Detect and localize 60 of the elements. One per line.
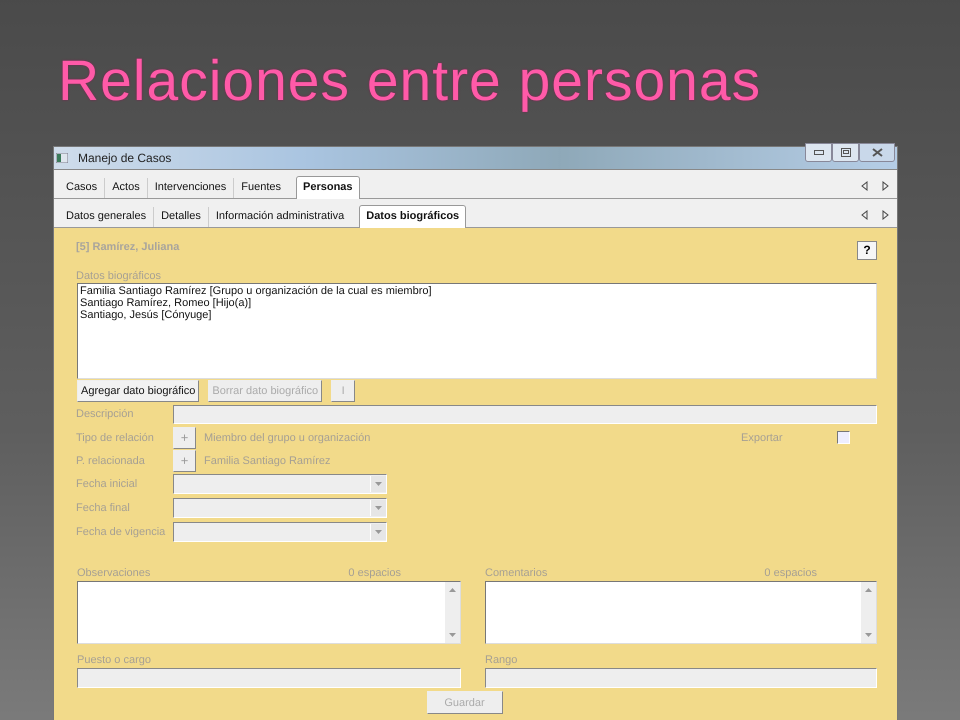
field-label: Datos biográficos [76,270,162,283]
scroll-right-icon[interactable] [882,181,889,191]
field-label: P. relacionada [76,454,146,466]
field-value: Miembro del grupo u organización [204,432,372,444]
tab[interactable]: Casos [59,178,104,198]
list-item[interactable]: Santiago, Jesús [Cónyuge] [80,309,874,321]
scroll-up-icon[interactable] [449,588,456,592]
text-field[interactable] [485,668,877,688]
checkbox-label: Exportar [741,432,784,444]
window-icon [56,153,68,163]
field-label: Descripción [76,408,134,420]
minimize-button[interactable] [805,143,832,162]
tab[interactable]: Intervenciones [146,178,234,198]
scrollbar[interactable] [445,582,460,643]
scroll-down-icon[interactable] [865,633,872,637]
list-item[interactable]: Santiago Ramírez, Romeo [Hijo(a)] [80,297,874,309]
scrollbar[interactable] [861,582,876,643]
scroll-down-icon[interactable] [449,633,456,637]
tab[interactable]: Actos [104,178,147,198]
list-item[interactable]: Familia Santiago Ramírez [Grupo u organización de la cual es miembro] [80,285,874,297]
action-button[interactable]: Agregar dato biográfico [77,380,200,402]
field-label: Fecha inicial [76,478,138,490]
text-field[interactable] [77,668,461,688]
field-value: Familia Santiago Ramírez [204,454,332,466]
tab[interactable]: Personas [296,176,360,199]
close-icon [872,148,882,157]
maximize-button[interactable] [832,143,859,162]
tab[interactable]: Datos generales [59,207,154,227]
dropdown-arrow-icon [375,530,382,534]
slide-title: Relaciones entre personas [58,48,762,115]
help-button[interactable]: ? [857,240,877,260]
dropdown-arrow-icon [375,506,382,510]
field-label: Fecha de vigencia [76,526,166,538]
field-label: Tipo de relación [76,432,155,444]
field-label: Rango [485,654,518,668]
export-checkbox[interactable] [837,431,850,444]
tab[interactable]: Información administrativa [208,207,352,227]
scroll-up-icon[interactable] [865,588,872,592]
field-label: Fecha final [76,502,131,514]
close-button[interactable] [859,143,895,162]
maximize-icon [840,148,850,157]
field-label: Observaciones [77,567,150,581]
scroll-left-icon[interactable] [861,181,868,191]
date-dropdown[interactable] [173,522,387,542]
tab[interactable]: Detalles [153,207,208,227]
date-dropdown[interactable] [173,474,387,494]
character-count: 0 espacios [764,567,817,581]
tab[interactable]: Datos biográficos [359,205,466,228]
window-title: Manejo de Casos [78,151,172,165]
scroll-left-icon[interactable] [861,210,868,220]
field-label: Puesto o cargo [77,654,152,668]
dropdown-arrow-icon [375,482,382,486]
scroll-right-icon[interactable] [882,210,889,220]
minimize-icon [814,150,824,156]
person-name: [5] Ramírez, Juliana [76,241,180,253]
character-count: 0 espacios [348,567,401,581]
description-field[interactable] [173,404,877,424]
tab[interactable]: Fuentes [233,178,288,198]
field-label: Comentarios [485,567,548,581]
date-dropdown[interactable] [173,498,387,518]
